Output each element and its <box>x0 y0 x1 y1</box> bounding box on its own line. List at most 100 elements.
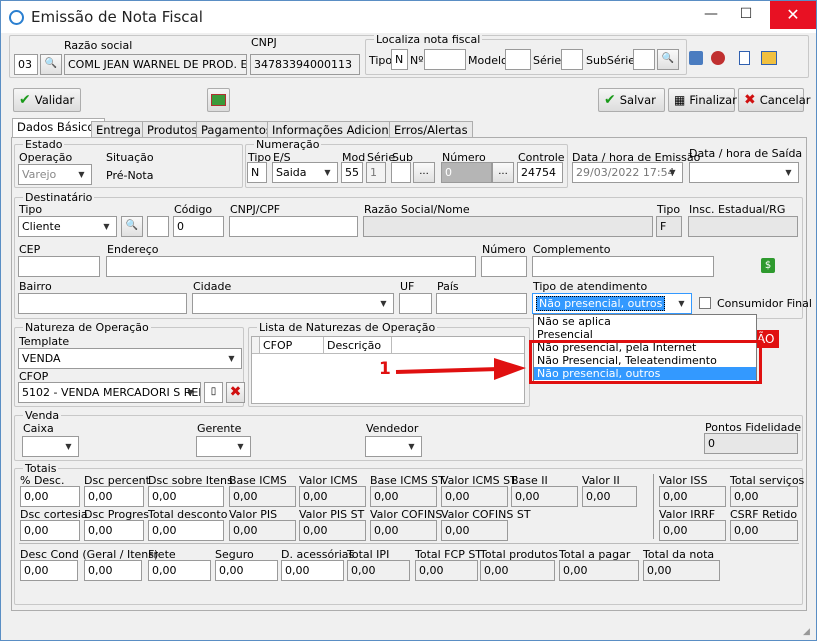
resize-grip-icon[interactable]: ◢ <box>803 627 813 637</box>
cfop-select[interactable]: 5102 - VENDA MERCADORI S REI ▼ <box>18 382 201 403</box>
cep-input[interactable] <box>18 256 100 277</box>
new-document-button[interactable]: ▯ <box>204 382 223 403</box>
salvar-button[interactable]: ✔ Salvar <box>598 88 665 112</box>
cancel-icon: ✖ <box>744 92 756 108</box>
tab-entrega[interactable]: Entrega <box>91 121 146 138</box>
close-button[interactable]: ✕ <box>770 1 816 29</box>
annotation-arrow <box>395 358 526 380</box>
chevron-down-icon: ▼ <box>187 388 194 397</box>
minimize-button[interactable]: — <box>701 6 721 22</box>
total-value: 0,00 <box>730 520 798 541</box>
col-descricao-header[interactable]: Descrição <box>324 337 392 353</box>
controle-input[interactable]: 24754 <box>517 162 563 183</box>
numero-ellipsis-button[interactable]: ... <box>492 162 514 183</box>
money-icon[interactable]: $ <box>761 258 775 273</box>
loc-serie-input[interactable] <box>561 49 583 70</box>
list-icon[interactable] <box>689 51 703 65</box>
data-saida-label: Data / hora de Saída <box>689 147 803 160</box>
cfop-value: 5102 - VENDA MERCADORI S REI <box>22 386 201 399</box>
dest-extra-input[interactable] <box>147 216 169 237</box>
total-value[interactable]: 0,00 <box>148 560 211 581</box>
total-value[interactable]: 0,00 <box>20 560 78 581</box>
loc-modelo-input[interactable] <box>505 49 531 70</box>
delete-cfop-button[interactable]: ✖ <box>226 382 245 403</box>
grid-icon[interactable] <box>761 51 777 65</box>
total-value[interactable]: 0,00 <box>84 520 144 541</box>
numero-input: 0 <box>441 162 492 183</box>
cnpjcpf-input[interactable] <box>229 216 358 237</box>
atendimento-select[interactable]: Não presencial, outros ▼ <box>532 293 692 314</box>
num-tipo-input[interactable]: N <box>247 162 267 183</box>
razao-label: Razão social <box>64 39 133 52</box>
total-value[interactable]: 0,00 <box>20 520 80 541</box>
empresa-code-input[interactable]: 03 <box>14 54 38 75</box>
loc-tipo-input[interactable]: N <box>391 49 408 70</box>
uf-input[interactable] <box>399 293 432 314</box>
template-label: Template <box>19 335 70 348</box>
loc-numero-input[interactable] <box>424 49 466 70</box>
title-bar: Emissão de Nota Fiscal — ☐ ✕ <box>1 1 816 33</box>
validar-button[interactable]: ✔ Validar <box>13 88 81 112</box>
caixa-label: Caixa <box>23 422 54 435</box>
dest-tipo-value: Cliente <box>22 220 61 233</box>
uf-label: UF <box>400 280 415 293</box>
tab-erros-alertas[interactable]: Erros/Alertas <box>389 121 473 138</box>
print-icon[interactable] <box>711 51 725 65</box>
search-empresa-button[interactable]: 🔍 <box>40 54 62 75</box>
chevron-down-icon: ▼ <box>78 170 85 179</box>
cep-label: CEP <box>19 243 41 256</box>
chevron-down-icon: ▼ <box>228 354 235 363</box>
dest-tipo2-field: F <box>656 216 682 237</box>
atendimento-option[interactable]: Não se aplica <box>534 315 756 328</box>
cidade-select[interactable]: ▼ <box>192 293 394 314</box>
mod-input[interactable]: 55 <box>341 162 363 183</box>
caixa-select[interactable]: ▼ <box>22 436 79 457</box>
complemento-input[interactable] <box>532 256 714 277</box>
loc-subserie-input[interactable] <box>633 49 655 70</box>
loc-subserie-label: SubSérie <box>586 54 636 67</box>
dest-tipo-select[interactable]: Cliente ▼ <box>18 216 117 237</box>
pais-input[interactable] <box>436 293 527 314</box>
vendedor-select[interactable]: ▼ <box>365 436 422 457</box>
sub-ellipsis-button[interactable]: ... <box>413 162 435 183</box>
localiza-search-button[interactable]: 🔍 <box>657 49 679 70</box>
total-value[interactable]: 0,00 <box>84 486 144 507</box>
total-value[interactable]: 0,00 <box>148 520 224 541</box>
tab-pagamentos[interactable]: Pagamentos <box>196 121 277 138</box>
chevron-down-icon: ▼ <box>380 299 387 308</box>
endereco-input[interactable] <box>106 256 476 277</box>
cancelar-button[interactable]: ✖ Cancelar <box>738 88 810 112</box>
total-value: 0,00 <box>299 486 366 507</box>
dest-search-button[interactable]: 🔍 <box>121 216 143 237</box>
total-value[interactable]: 0,00 <box>84 560 142 581</box>
endereco-label: Endereço <box>107 243 159 256</box>
total-value[interactable]: 0,00 <box>281 560 344 581</box>
numero-end-input[interactable] <box>481 256 527 277</box>
situacao-label: Situação <box>106 151 154 164</box>
total-value[interactable]: 0,00 <box>148 486 224 507</box>
total-value: 0,00 <box>229 486 296 507</box>
col-cfop-header[interactable]: CFOP <box>260 337 324 353</box>
es-select[interactable]: Saida ▼ <box>272 162 338 183</box>
data-saida-picker[interactable]: ▼ <box>689 162 799 183</box>
document-icon[interactable] <box>739 51 750 65</box>
total-value[interactable]: 0,00 <box>20 486 80 507</box>
truck-button[interactable] <box>207 88 230 112</box>
sub-input[interactable] <box>391 162 411 183</box>
total-value[interactable]: 0,00 <box>215 560 278 581</box>
codigo-input[interactable]: 0 <box>173 216 224 237</box>
template-select[interactable]: VENDA ▼ <box>18 348 242 369</box>
chevron-down-icon: ▼ <box>785 168 792 177</box>
tab-produtos[interactable]: Produtos <box>142 121 203 138</box>
finalizar-button[interactable]: ▦ Finalizar <box>668 88 737 112</box>
maximize-button[interactable]: ☐ <box>736 6 756 22</box>
chevron-down-icon: ▼ <box>65 442 72 451</box>
bairro-input[interactable] <box>18 293 187 314</box>
header-divider <box>252 353 524 354</box>
venda-title: Venda <box>23 409 62 422</box>
operacao-select[interactable]: Varejo ▼ <box>18 164 92 185</box>
gerente-select[interactable]: ▼ <box>196 436 251 457</box>
total-value: 0,00 <box>559 560 639 581</box>
data-emissao-picker[interactable]: 29/03/2022 17:54 ▼ <box>572 162 683 183</box>
consumidor-final-checkbox[interactable] <box>699 297 711 309</box>
